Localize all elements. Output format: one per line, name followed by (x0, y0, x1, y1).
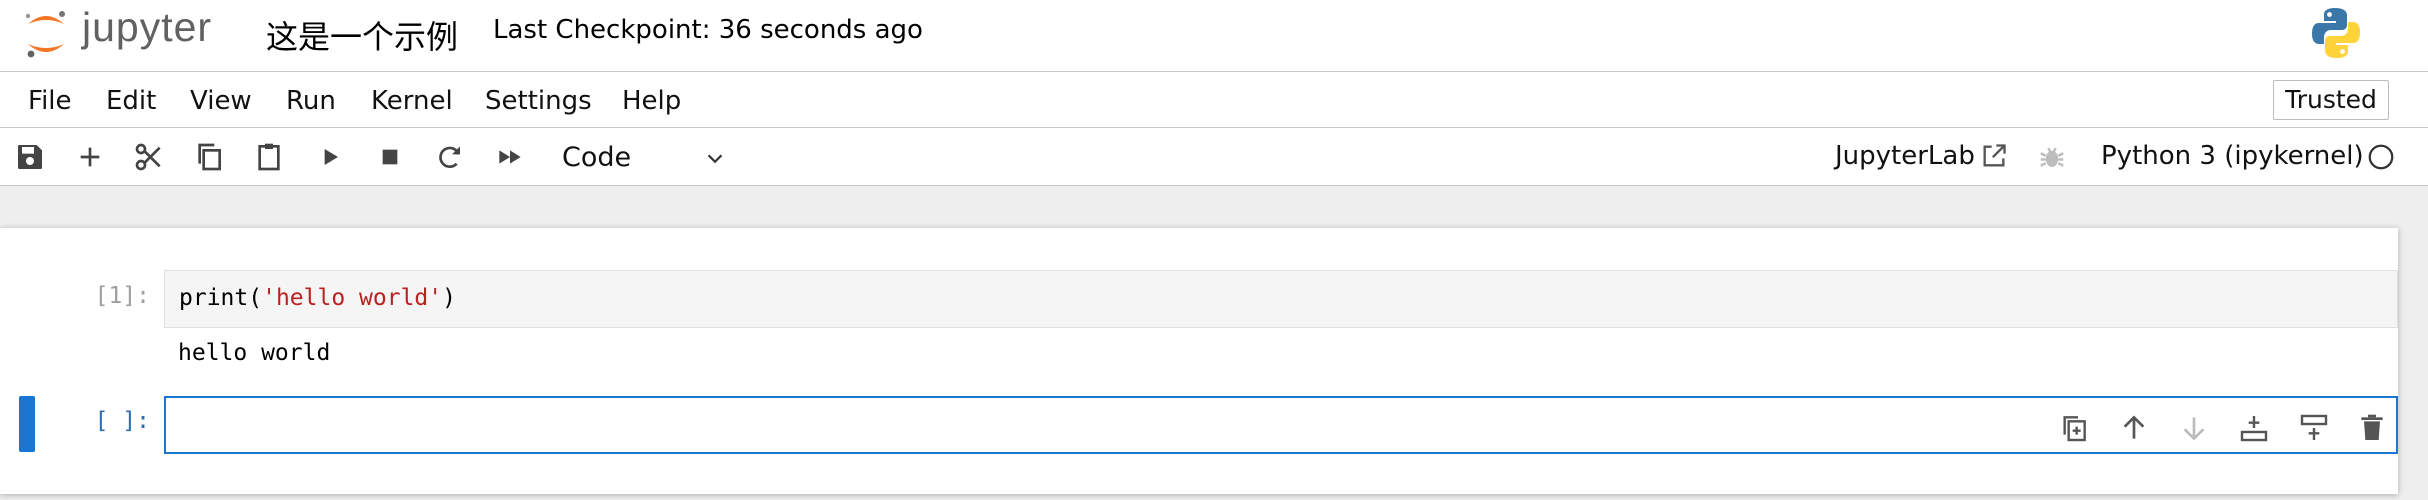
fast-forward-icon[interactable] (494, 141, 526, 173)
delete-cell-icon[interactable] (2356, 412, 2388, 444)
code-close: ) (442, 285, 456, 311)
menu-view[interactable]: View (190, 86, 252, 116)
insert-cell-below-icon[interactable] (2298, 412, 2330, 444)
copy-icon[interactable] (193, 141, 225, 173)
notebook-title[interactable]: 这是一个示例 (262, 12, 462, 58)
open-in-jupyterlab-link[interactable]: JupyterLab (1835, 141, 1975, 171)
jupyter-logo-icon[interactable] (22, 8, 70, 60)
restart-icon[interactable] (434, 141, 466, 173)
trusted-button[interactable]: Trusted (2273, 80, 2389, 120)
move-up-icon[interactable] (2118, 412, 2150, 444)
cell-1-editor[interactable]: print('hello world') (164, 270, 2398, 328)
kernel-name[interactable]: Python 3 (ipykernel) (2101, 141, 2364, 171)
top-header: jupyter 这是一个示例 Last Checkpoint: 36 secon… (0, 0, 2428, 72)
menu-file[interactable]: File (28, 86, 72, 116)
menu-help[interactable]: Help (622, 86, 681, 116)
add-cell-icon[interactable] (74, 141, 106, 173)
paste-icon[interactable] (253, 141, 285, 173)
jupyter-wordmark[interactable]: jupyter (82, 4, 212, 51)
insert-cell-above-icon[interactable] (2238, 412, 2270, 444)
cut-icon[interactable] (133, 141, 165, 173)
debugger-bug-icon[interactable] (2037, 142, 2067, 172)
cell-1-prompt: [1]: (94, 283, 150, 309)
cell-type-value: Code (562, 142, 632, 173)
run-icon[interactable] (314, 141, 346, 173)
move-down-icon[interactable] (2178, 412, 2210, 444)
menu-edit[interactable]: Edit (106, 86, 156, 116)
notebook-toolbar: Code JupyterLab Python 3 (ipykernel) (0, 128, 2428, 186)
menu-run[interactable]: Run (286, 86, 336, 116)
python-logo-icon (2310, 6, 2362, 60)
menu-settings[interactable]: Settings (485, 86, 592, 116)
cell-1-code: print('hello world') (179, 285, 456, 311)
menu-bar: File Edit View Run Kernel Settings Help … (0, 72, 2428, 128)
code-func: print( (179, 285, 263, 311)
notebook-panel: [1]: print('hello world') hello world [ … (0, 228, 2398, 494)
external-link-icon[interactable] (1980, 142, 2008, 170)
kernel-status-circle-icon (2366, 142, 2396, 172)
save-icon[interactable] (14, 141, 46, 173)
menu-kernel[interactable]: Kernel (371, 86, 453, 116)
chevron-down-icon (704, 148, 726, 170)
stop-icon[interactable] (374, 141, 406, 173)
cell-2-editor[interactable] (164, 396, 2398, 454)
code-string: 'hello world' (262, 285, 443, 311)
cell-type-select[interactable]: Code (560, 136, 735, 178)
duplicate-cell-icon[interactable] (2058, 412, 2090, 444)
last-checkpoint: Last Checkpoint: 36 seconds ago (493, 15, 923, 45)
cell-1-output: hello world (178, 340, 331, 366)
cell-2-prompt: [ ]: (94, 408, 150, 434)
